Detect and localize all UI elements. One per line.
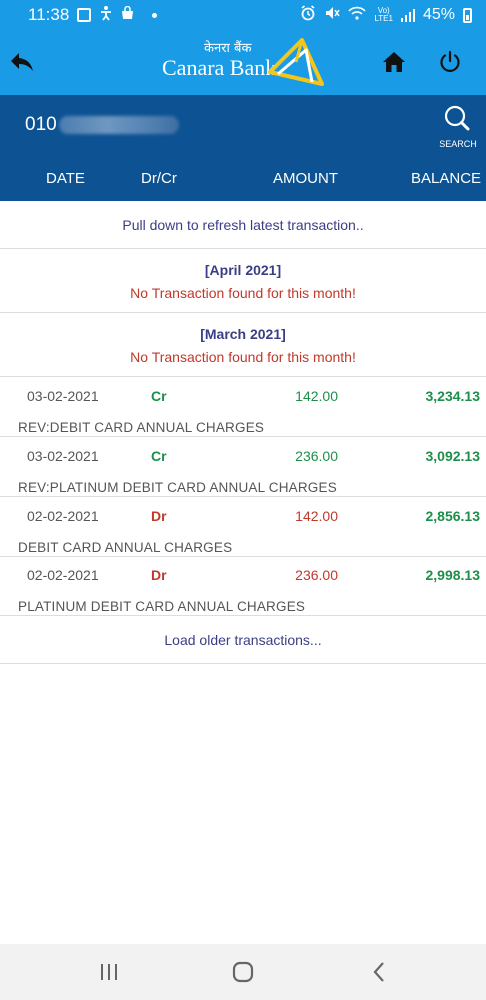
account-bar: 010 SEARCH xyxy=(0,95,486,155)
back-button[interactable] xyxy=(6,46,38,78)
alarm-icon xyxy=(300,4,316,26)
nav-back-button[interactable] xyxy=(364,958,394,986)
transaction-row[interactable]: 03-02-2021 Cr 142.00 3,234.13 REV:DEBIT … xyxy=(0,377,486,437)
transaction-type: Cr xyxy=(151,388,167,404)
home-icon xyxy=(383,52,405,72)
status-right: Vo) LTE1 45% xyxy=(300,4,472,26)
status-left: 11:38 xyxy=(28,5,158,26)
transaction-row[interactable]: 02-02-2021 Dr 236.00 2,998.13 PLATINUM D… xyxy=(0,556,486,616)
no-transaction-message: No Transaction found for this month! xyxy=(130,285,356,301)
recent-apps-button[interactable] xyxy=(94,958,124,986)
canara-bank-logo: केनरा बैंक Canara Bank xyxy=(160,38,330,88)
transaction-amount: 236.00 xyxy=(295,567,338,583)
search-button[interactable]: SEARCH xyxy=(436,103,480,149)
account-number-visible: 010 xyxy=(25,114,57,135)
transaction-type: Dr xyxy=(151,567,167,583)
transaction-date: 03-02-2021 xyxy=(27,388,99,404)
transaction-row[interactable]: 02-02-2021 Dr 142.00 2,856.13 DEBIT CARD… xyxy=(0,497,486,557)
transaction-description: REV:DEBIT CARD ANNUAL CHARGES xyxy=(18,420,265,435)
transaction-type: Cr xyxy=(151,448,167,464)
battery-percent: 45% xyxy=(422,6,455,23)
transaction-date: 03-02-2021 xyxy=(27,448,99,464)
search-icon xyxy=(444,105,470,131)
no-transaction-message: No Transaction found for this month! xyxy=(130,349,356,365)
transaction-description: PLATINUM DEBIT CARD ANNUAL CHARGES xyxy=(18,599,306,614)
load-older-transactions-link[interactable]: Load older transactions... xyxy=(0,616,486,664)
logo-hindi-text: केनरा बैंक xyxy=(204,41,252,56)
wifi-icon xyxy=(348,6,367,25)
month-title: [April 2021] xyxy=(204,262,282,278)
month-section: [April 2021] No Transaction found for th… xyxy=(0,249,486,313)
app-header: केनरा बैंक Canara Bank xyxy=(0,30,486,95)
system-navigation-bar xyxy=(0,944,486,1000)
nav-back-icon xyxy=(373,962,384,982)
power-icon xyxy=(440,50,460,72)
logo-triangle-icon xyxy=(268,38,324,86)
column-header-amount: AMOUNT xyxy=(273,170,338,187)
month-title: [March 2021] xyxy=(200,326,286,342)
logo-english-text: Canara Bank xyxy=(162,55,277,80)
column-header-balance: BALANCE xyxy=(411,170,482,187)
account-number-masked xyxy=(58,116,179,134)
shopping-bag-notification-icon xyxy=(121,5,134,25)
status-time: 11:38 xyxy=(28,5,70,24)
signal-strength-icon xyxy=(400,8,415,22)
transaction-balance: 3,234.13 xyxy=(425,388,481,404)
column-header-drcr: Dr/Cr xyxy=(141,170,177,187)
search-label: SEARCH xyxy=(439,139,477,149)
transaction-amount: 142.00 xyxy=(295,508,338,524)
back-arrow-icon xyxy=(11,53,33,71)
transaction-balance: 2,856.13 xyxy=(425,508,481,524)
transaction-description: REV:PLATINUM DEBIT CARD ANNUAL CHARGES xyxy=(18,480,337,495)
transaction-row[interactable]: 03-02-2021 Cr 236.00 3,092.13 REV:PLATIN… xyxy=(0,437,486,497)
mute-icon xyxy=(324,5,341,26)
accessibility-notification-icon xyxy=(99,5,113,26)
recent-apps-icon xyxy=(101,964,117,980)
home-button[interactable] xyxy=(378,46,410,78)
gallery-notification-icon xyxy=(77,8,92,22)
battery-icon xyxy=(463,7,472,23)
transaction-balance: 3,092.13 xyxy=(425,448,481,464)
transaction-amount: 142.00 xyxy=(295,388,338,404)
column-header-date: DATE xyxy=(46,170,85,187)
logout-power-button[interactable] xyxy=(434,46,466,78)
transaction-description: DEBIT CARD ANNUAL CHARGES xyxy=(18,540,233,555)
pull-to-refresh-hint[interactable]: Pull down to refresh latest transaction.… xyxy=(0,201,486,249)
volte-indicator: Vo) LTE1 xyxy=(374,7,393,23)
lte-label: LTE1 xyxy=(374,14,393,23)
more-notifications-dot-icon xyxy=(152,12,158,18)
transaction-type: Dr xyxy=(151,508,167,524)
transaction-balance: 2,998.13 xyxy=(425,567,481,583)
transaction-table-header: DATE Dr/Cr AMOUNT BALANCE xyxy=(0,155,486,201)
transaction-amount: 236.00 xyxy=(295,448,338,464)
nav-home-icon xyxy=(232,961,254,983)
account-number: 010 xyxy=(25,114,179,136)
nav-home-button[interactable] xyxy=(228,958,258,986)
month-section: [March 2021] No Transaction found for th… xyxy=(0,313,486,377)
transaction-date: 02-02-2021 xyxy=(27,508,99,524)
transaction-date: 02-02-2021 xyxy=(27,567,99,583)
status-bar: 11:38 Vo) LTE1 45% xyxy=(0,0,486,30)
